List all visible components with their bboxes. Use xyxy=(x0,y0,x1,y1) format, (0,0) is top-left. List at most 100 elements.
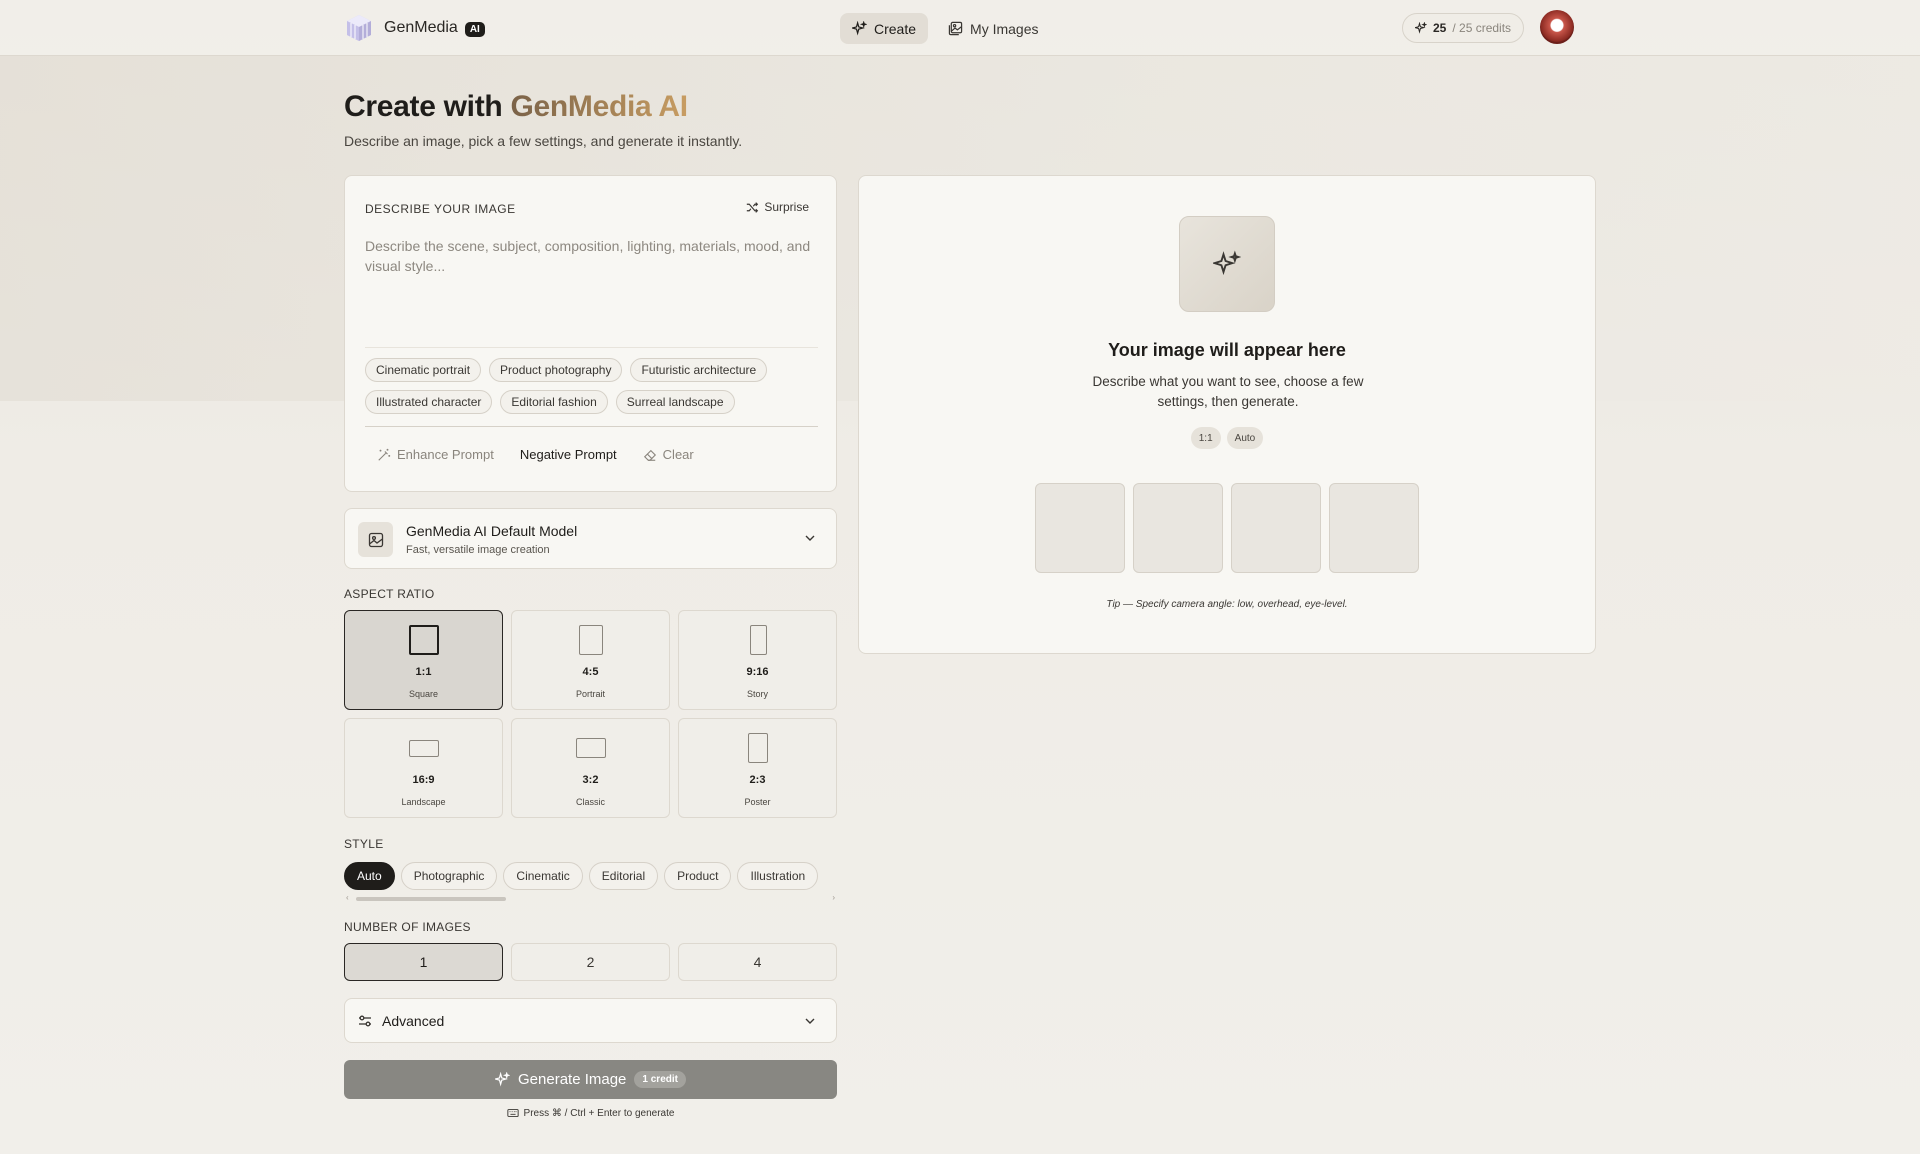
aspect-option-2-3[interactable]: 2:3 Poster xyxy=(678,718,837,818)
page-title-accent: GenMedia AI xyxy=(510,90,688,123)
brand-badge: AI xyxy=(464,22,485,37)
credits-value: 25 xyxy=(1433,21,1447,35)
style-options: Auto Photographic Cinematic Editorial Pr… xyxy=(344,862,837,892)
count-option-1[interactable]: 1 xyxy=(344,943,503,981)
aspect-option-16-9[interactable]: 16:9 Landscape xyxy=(344,718,503,818)
negative-prompt-button[interactable]: Negative Prompt xyxy=(520,447,617,462)
aspect-ratio-value: 4:5 xyxy=(582,666,599,678)
preview-tags: 1:1 Auto xyxy=(859,427,1595,449)
style-chip-auto[interactable]: Auto xyxy=(344,862,395,890)
preview-panel: Your image will appear here Describe wha… xyxy=(858,175,1596,654)
style-chip-editorial[interactable]: Editorial xyxy=(588,862,659,890)
model-name: GenMedia AI Default Model xyxy=(406,523,578,539)
scrollbar-thumb[interactable] xyxy=(356,897,506,901)
aspect-ratio-value: 9:16 xyxy=(746,666,769,678)
style-chip-illustration[interactable]: Illustration xyxy=(737,862,819,890)
credits-badge[interactable]: 25 / 25 credits xyxy=(1402,13,1525,43)
sparkles-icon xyxy=(495,1072,510,1087)
count-option-4[interactable]: 4 xyxy=(678,943,837,981)
suggestion-chip[interactable]: Surreal landscape xyxy=(615,390,735,414)
preview-placeholder-icon-box xyxy=(1179,216,1275,312)
number-of-images-label: NUMBER OF IMAGES xyxy=(344,920,471,934)
shortcut-text: Press ⌘ / Ctrl + Enter to generate xyxy=(523,1107,675,1119)
aspect-ratio-value: 3:2 xyxy=(582,774,599,786)
style-chip-product[interactable]: Product xyxy=(664,862,732,890)
enhance-prompt-label: Enhance Prompt xyxy=(397,447,494,462)
model-icon-box xyxy=(358,522,393,557)
aspect-option-9-16[interactable]: 9:16 Story xyxy=(678,610,837,710)
shuffle-icon xyxy=(747,201,759,213)
clear-button[interactable]: Clear xyxy=(643,447,694,462)
aspect-ratio-grid: 1:1 Square 4:5 Portrait 9:16 Story 16:9 … xyxy=(344,610,837,818)
generate-button[interactable]: Generate Image 1 credit xyxy=(344,1060,837,1099)
aspect-ratio-value: 16:9 xyxy=(412,774,435,786)
preview-description: Describe what you want to see, choose a … xyxy=(1092,374,1364,409)
nav-create[interactable]: Create xyxy=(840,13,929,44)
aspect-ratio-name: Square xyxy=(408,689,439,699)
aspect-ratio-name: Landscape xyxy=(401,797,446,807)
suggestion-chip[interactable]: Cinematic portrait xyxy=(365,358,482,382)
keyboard-icon xyxy=(506,1109,519,1117)
portrait-shape-icon xyxy=(579,625,603,655)
preview-thumbnails xyxy=(1035,483,1419,573)
style-scrollbar[interactable]: ‹ › xyxy=(344,893,837,902)
aspect-ratio-label: ASPECT RATIO xyxy=(344,587,435,601)
aspect-ratio-name: Poster xyxy=(744,797,771,807)
aspect-ratio-value: 2:3 xyxy=(749,774,766,786)
page-subtitle: Describe an image, pick a few settings, … xyxy=(344,133,743,149)
aspect-option-3-2[interactable]: 3:2 Classic xyxy=(511,718,670,818)
brand-name: GenMedia xyxy=(384,19,458,36)
aspect-ratio-name: Portrait xyxy=(575,689,605,699)
prompt-input[interactable] xyxy=(365,236,818,348)
thumbnail-placeholder xyxy=(1133,483,1223,573)
aspect-option-1-1[interactable]: 1:1 Square xyxy=(344,610,503,710)
thumbnail-placeholder xyxy=(1035,483,1125,573)
sparkles-icon xyxy=(1213,250,1241,276)
preview-title: Your image will appear here xyxy=(1108,340,1346,360)
aspect-ratio-name: Classic xyxy=(575,797,605,807)
suggestion-chip[interactable]: Product photography xyxy=(489,358,623,382)
user-avatar[interactable] xyxy=(1540,10,1574,44)
chevron-down-icon xyxy=(805,535,815,541)
poster-shape-icon xyxy=(748,733,768,763)
classic-shape-icon xyxy=(576,738,606,758)
surprise-button[interactable]: Surprise xyxy=(746,200,809,214)
scroll-left-arrow-icon[interactable]: ‹ xyxy=(346,893,349,902)
images-icon xyxy=(948,21,963,36)
count-option-2[interactable]: 2 xyxy=(511,943,670,981)
enhance-prompt-button[interactable]: Enhance Prompt xyxy=(377,447,494,462)
preview-tag-style: Auto xyxy=(1226,427,1264,449)
logo-cube-icon xyxy=(347,15,371,41)
nav-my-images[interactable]: My Images xyxy=(936,13,1050,44)
brand[interactable]: GenMedia AI xyxy=(344,13,485,43)
generate-cost-badge: 1 credit xyxy=(634,1071,686,1088)
advanced-toggle[interactable]: Advanced xyxy=(344,998,837,1043)
nav-my-images-label: My Images xyxy=(970,20,1039,37)
thumbnail-placeholder xyxy=(1329,483,1419,573)
prompt-card: DESCRIBE YOUR IMAGE Surprise Cinematic p… xyxy=(344,175,837,492)
image-icon xyxy=(368,532,383,547)
prompt-divider xyxy=(365,426,818,427)
scroll-right-arrow-icon[interactable]: › xyxy=(832,893,835,902)
style-label: STYLE xyxy=(344,837,384,851)
credits-total: / 25 credits xyxy=(1452,21,1512,35)
sparkles-icon xyxy=(1415,22,1427,34)
style-chip-photographic[interactable]: Photographic xyxy=(400,862,498,890)
suggestion-chip[interactable]: Editorial fashion xyxy=(500,390,608,414)
preview-tip: Tip — Specify camera angle: low, overhea… xyxy=(1106,599,1348,610)
top-bar: GenMedia AI Create My Images 25 / 25 cre… xyxy=(0,0,1920,56)
suggestion-chip[interactable]: Futuristic architecture xyxy=(630,358,768,382)
style-chip-cinematic[interactable]: Cinematic xyxy=(503,862,583,890)
eraser-icon xyxy=(643,449,656,461)
aspect-option-4-5[interactable]: 4:5 Portrait xyxy=(511,610,670,710)
suggestion-chip[interactable]: Illustrated character xyxy=(365,390,493,414)
model-description: Fast, versatile image creation xyxy=(406,544,550,556)
sparkles-icon xyxy=(852,21,867,36)
model-select[interactable]: GenMedia AI Default Model Fast, versatil… xyxy=(344,508,837,569)
square-shape-icon xyxy=(409,625,439,655)
aspect-ratio-value: 1:1 xyxy=(415,666,432,678)
page-title: Create with GenMedia AI xyxy=(344,90,688,124)
surprise-label: Surprise xyxy=(764,200,809,214)
page-title-prefix: Create with xyxy=(344,90,511,123)
prompt-actions: Enhance Prompt Negative Prompt Clear xyxy=(377,447,694,462)
